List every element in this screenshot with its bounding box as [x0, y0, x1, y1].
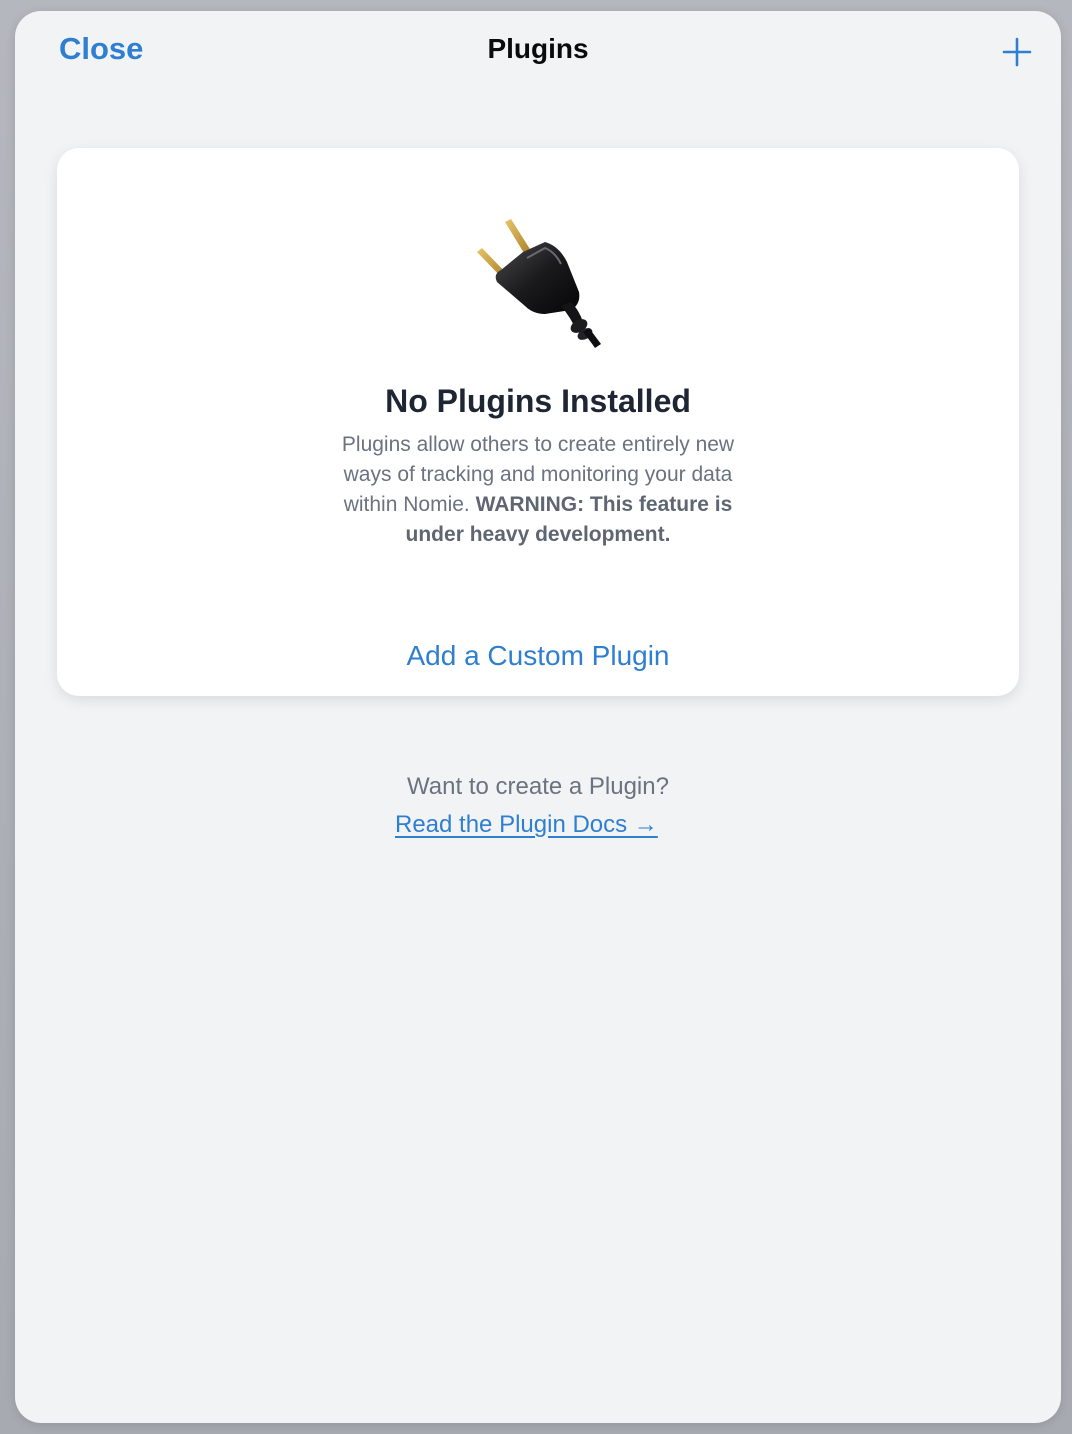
add-plugin-button[interactable] — [1000, 35, 1034, 69]
empty-state-description: Plugins allow others to create entirely … — [318, 430, 758, 550]
empty-state-title: No Plugins Installed — [385, 383, 691, 419]
add-custom-plugin-button[interactable]: Add a Custom Plugin — [57, 640, 1019, 672]
plugin-docs-link[interactable]: Read the Plugin Docs → — [395, 811, 658, 839]
create-plugin-prompt: Want to create a Plugin? — [407, 773, 669, 800]
empty-state-card: No Plugins Installed Plugins allow other… — [57, 148, 1019, 696]
nav-bar: Close Plugins — [15, 11, 1061, 91]
page-title: Plugins — [487, 33, 589, 64]
plugins-modal: Close Plugins No Plugins Installed Plugi… — [15, 11, 1061, 1423]
electric-plug-icon — [477, 219, 601, 348]
plus-icon — [1002, 37, 1032, 67]
